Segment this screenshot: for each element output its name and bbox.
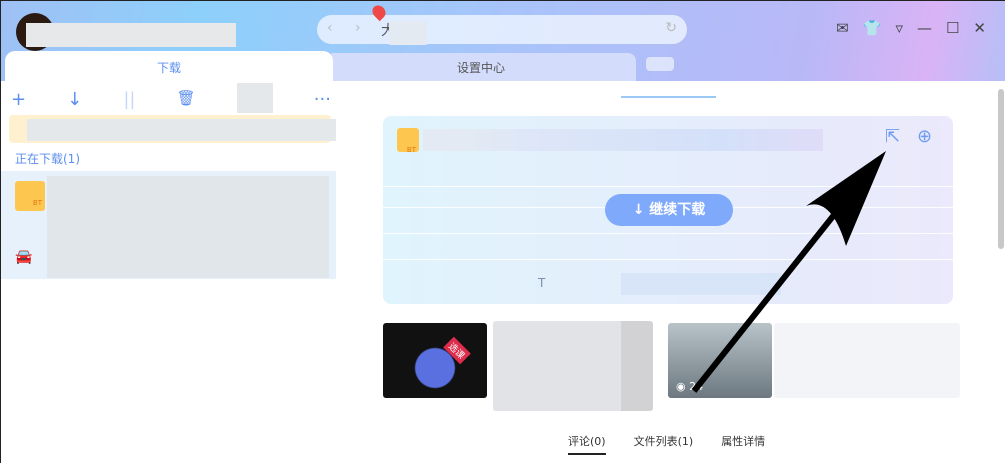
status-text: T xyxy=(538,276,546,290)
download-circle-icon[interactable]: ⊕ xyxy=(917,126,932,147)
speed-icon: 🚘 xyxy=(15,249,33,265)
view-count: ◉ 24 xyxy=(676,380,704,393)
delete-icon[interactable]: 🗑 xyxy=(177,89,196,113)
tab-settings[interactable]: 设置中心 xyxy=(326,53,636,81)
pause-icon[interactable]: || xyxy=(123,89,135,113)
new-tab-button[interactable] xyxy=(646,57,674,71)
banner-redacted xyxy=(27,119,337,141)
tab-download[interactable]: 下载 xyxy=(5,51,333,83)
download-item[interactable]: BT 🚘 xyxy=(1,171,336,279)
tab-comments[interactable]: 评论(0) xyxy=(568,433,606,455)
download-list-panel: + ↓ || 🗑 ··· 正在下载(1) BT 🚘 xyxy=(1,81,337,464)
resume-download-button[interactable]: ↓ 继续下载 xyxy=(605,194,733,226)
bt-folder-icon: BT xyxy=(397,128,419,154)
menu-icon[interactable]: ▿ xyxy=(895,19,903,37)
task-card: BT ⇱ ⊕ ↓ 继续下载 T xyxy=(383,116,953,304)
notice-banner[interactable] xyxy=(9,115,337,143)
minimize-button[interactable]: — xyxy=(917,19,932,37)
share-icon[interactable]: ⇱ xyxy=(885,126,900,147)
bt-folder-icon: BT xyxy=(15,181,45,211)
refresh-button[interactable]: ↻ xyxy=(665,20,677,36)
course-badge: 选课 xyxy=(443,336,471,365)
filename-redacted xyxy=(423,129,823,151)
video-thumbnail[interactable]: 选课 xyxy=(383,323,487,398)
downloading-section-label[interactable]: 正在下载(1) xyxy=(15,150,80,167)
status-redacted xyxy=(621,273,781,295)
item-redacted xyxy=(47,176,329,278)
add-icon[interactable]: + xyxy=(11,89,26,113)
maximize-button[interactable]: ☐ xyxy=(946,19,959,37)
back-button[interactable]: ‹ xyxy=(327,20,333,36)
forward-button[interactable]: › xyxy=(355,20,361,36)
tab-file-list[interactable]: 文件列表(1) xyxy=(634,433,694,455)
header-underline xyxy=(621,96,716,98)
thumbnail-redacted xyxy=(493,321,653,411)
close-button[interactable]: ✕ xyxy=(973,19,986,37)
query-redacted xyxy=(389,21,427,45)
redacted-block xyxy=(236,83,273,113)
mail-icon[interactable]: ✉ xyxy=(836,19,849,37)
video-thumbnail[interactable]: ◉ 24 xyxy=(668,323,772,398)
username-redacted xyxy=(26,23,236,47)
download-icon[interactable]: ↓ xyxy=(67,89,82,113)
tab-properties[interactable]: 属性详情 xyxy=(721,433,765,455)
thumbnail-redacted xyxy=(774,323,960,398)
skin-icon[interactable]: 👕 xyxy=(863,19,882,37)
title-bar: ‹ › 大 ↻ ✉ 👕 ▿ — ☐ ✕ 设置中心 下载 xyxy=(1,1,1005,83)
scrollbar[interactable] xyxy=(998,89,1004,249)
more-icon[interactable]: ··· xyxy=(314,89,331,113)
detail-panel: BT ⇱ ⊕ ↓ 继续下载 T 选课 ◉ 24 评论(0) 文件列表(1) 属性… xyxy=(336,81,1005,464)
search-bar[interactable]: ‹ › 大 ↻ xyxy=(317,15,687,44)
